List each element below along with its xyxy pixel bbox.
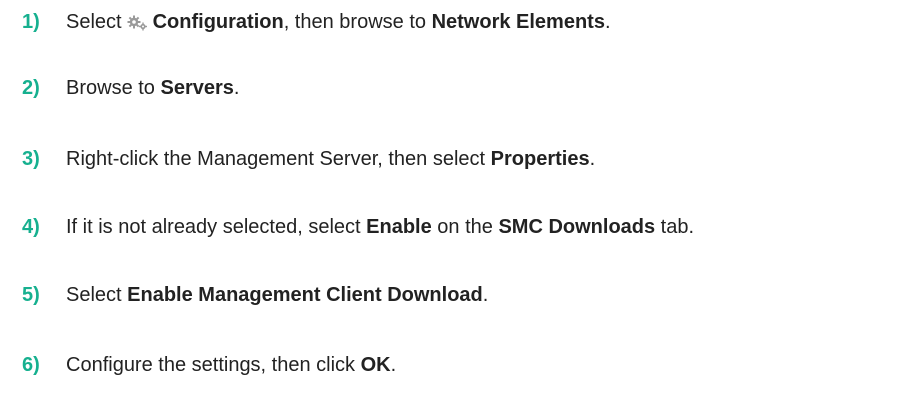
configuration-gears-icon (127, 14, 148, 31)
step-5: 5) Select Enable Management Client Downl… (0, 280, 488, 310)
ok-label: OK (360, 353, 391, 376)
step-text: . (390, 353, 397, 376)
procedure-steps: 1) Select Configuration , then browse to… (0, 0, 903, 414)
step-text: tab. (655, 215, 695, 238)
smc-downloads-label: SMC Downloads (498, 215, 656, 238)
configuration-label: Configuration (152, 10, 284, 33)
step-number: 1) (22, 10, 40, 33)
step-text: . (589, 147, 596, 170)
step-text: Select (66, 283, 128, 306)
enable-label: Enable (366, 215, 432, 238)
step-text: . (233, 76, 240, 99)
step-text: Right-click the Management Server, then … (66, 147, 491, 170)
step-number: 4) (22, 215, 40, 238)
step-2: 2) Browse to Servers . (0, 73, 239, 103)
step-number: 5) (22, 283, 40, 306)
step-text: , then browse to (283, 10, 432, 33)
step-text: . (604, 10, 611, 33)
step-text: . (482, 283, 489, 306)
step-3: 3) Right-click the Management Server, th… (0, 144, 595, 174)
step-text: Select (66, 10, 122, 33)
step-4: 4) If it is not already selected, select… (0, 212, 694, 242)
step-1: 1) Select Configuration , then browse to… (0, 7, 611, 37)
servers-label: Servers (160, 76, 234, 99)
enable-management-client-download-label: Enable Management Client Download (127, 283, 483, 306)
step-text: Browse to (66, 76, 161, 99)
network-elements-label: Network Elements (431, 10, 605, 33)
step-text: Configure the settings, then click (66, 353, 361, 376)
step-number: 3) (22, 147, 40, 170)
step-text: on the (431, 215, 499, 238)
step-number: 2) (22, 76, 40, 99)
step-number: 6) (22, 353, 40, 376)
properties-label: Properties (490, 147, 590, 170)
step-text: If it is not already selected, select (66, 215, 367, 238)
step-6: 6) Configure the settings, then click OK… (0, 350, 396, 380)
